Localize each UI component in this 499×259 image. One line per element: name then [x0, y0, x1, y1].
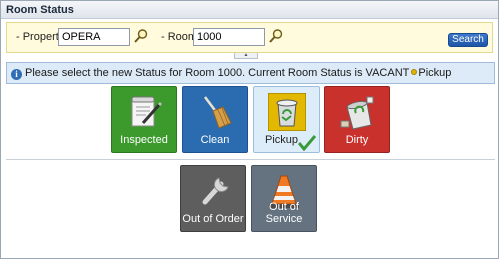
- trash-can-icon: [268, 93, 306, 131]
- status-dot-icon: [411, 69, 418, 75]
- info-message-bar: i Please select the new Status for Room 1…: [6, 62, 495, 84]
- status-tile-dirty[interactable]: Dirty: [324, 86, 390, 153]
- search-button[interactable]: Search: [448, 33, 488, 47]
- overflowing-bin-icon: [340, 96, 374, 130]
- status-label-inspected: Inspected: [120, 134, 168, 146]
- room-label: - Room: [161, 31, 198, 43]
- status-label-clean: Clean: [200, 134, 230, 146]
- room-input[interactable]: [193, 28, 265, 46]
- room-status-window: Room Status - Property - Room Search ▲ i…: [0, 0, 499, 259]
- status-label-out-of-service: Out of Service: [265, 201, 303, 225]
- status-label-out-of-order: Out of Order: [182, 213, 244, 225]
- clipboard-pen-icon: [131, 96, 163, 127]
- status-tile-inspected[interactable]: Inspected: [111, 86, 177, 153]
- room-lookup-icon[interactable]: [268, 28, 284, 44]
- section-divider: [6, 159, 495, 160]
- search-panel: - Property - Room Search: [6, 22, 493, 53]
- status-tile-clean[interactable]: Clean: [182, 86, 248, 153]
- status-tile-out-of-order[interactable]: Out of Order: [180, 165, 246, 232]
- status-label-pickup: Pickup: [264, 134, 299, 146]
- current-status: Pickup: [418, 67, 452, 79]
- property-input[interactable]: [58, 28, 130, 46]
- collapse-toggle[interactable]: ▲: [234, 53, 258, 59]
- broom-icon: [204, 96, 232, 129]
- status-tile-pickup[interactable]: Pickup: [253, 86, 320, 153]
- property-lookup-icon[interactable]: [133, 28, 149, 44]
- status-label-dirty: Dirty: [345, 134, 369, 146]
- window-title: Room Status: [1, 1, 498, 19]
- info-message: Please select the new Status for Room 10…: [25, 67, 410, 79]
- info-icon: i: [11, 69, 22, 80]
- wrench-icon: [202, 177, 229, 205]
- status-tile-out-of-service[interactable]: Out of Service: [251, 165, 317, 232]
